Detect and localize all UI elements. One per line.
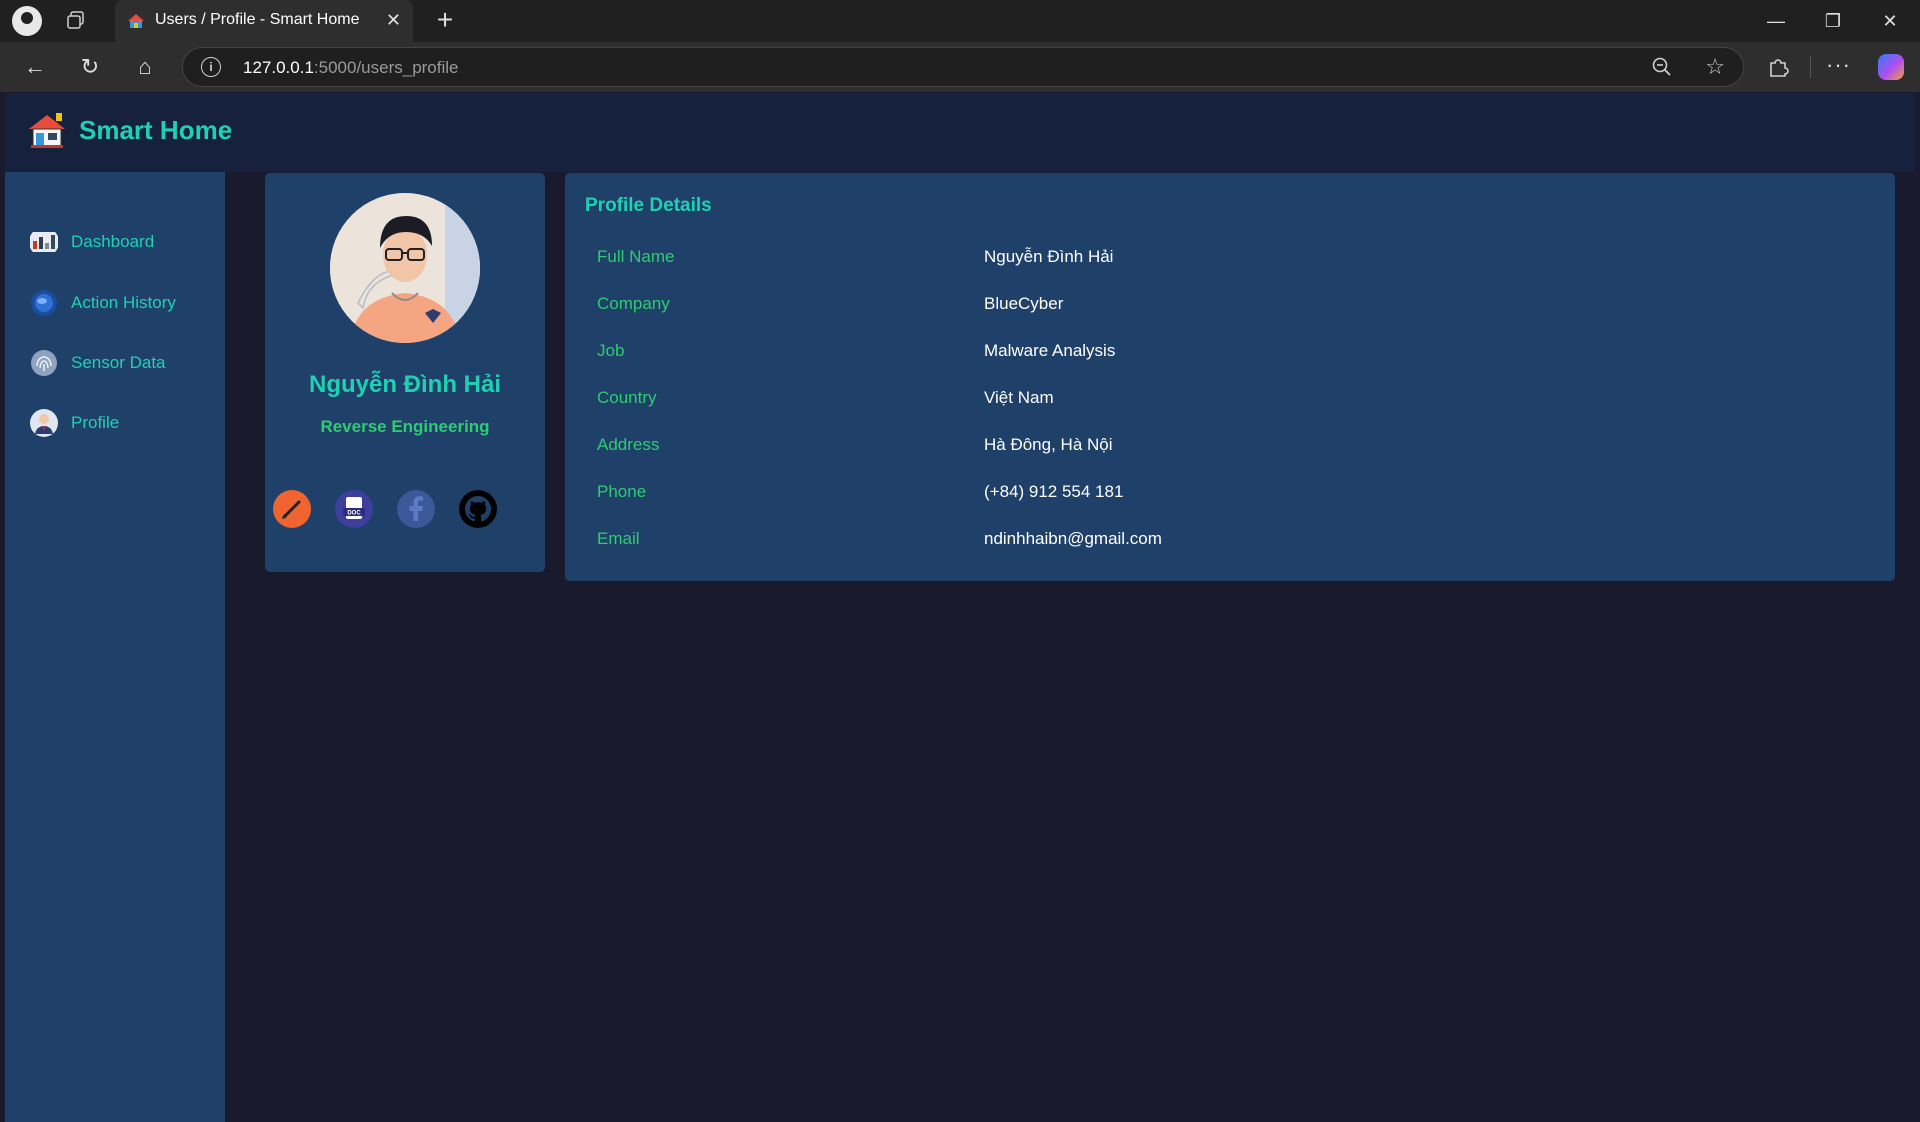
profile-details-title: Profile Details bbox=[585, 195, 712, 216]
pen-icon[interactable] bbox=[272, 489, 312, 529]
active-tab[interactable]: Users / Profile - Smart Home ✕ bbox=[115, 0, 413, 42]
profile-card: Nguyễn Đình Hải Reverse Engineering DOC bbox=[265, 173, 545, 572]
copilot-icon[interactable] bbox=[1878, 54, 1904, 80]
profile-name: Nguyễn Đình Hải bbox=[308, 371, 501, 398]
detail-label: Full Name bbox=[597, 247, 675, 266]
extensions-icon[interactable] bbox=[1766, 54, 1792, 80]
smart-home-favicon-icon bbox=[128, 14, 144, 28]
url-host: 127.0.0.1 bbox=[243, 58, 314, 77]
reload-button[interactable]: ↻ bbox=[75, 52, 105, 82]
dashboard-icon bbox=[30, 232, 58, 252]
profile-role: Reverse Engineering bbox=[320, 417, 490, 436]
sidebar-item-sensor-data[interactable]: Sensor Data bbox=[29, 345, 219, 381]
profile-details-panel: Profile Details Full Name Nguyễn Đình Hả… bbox=[565, 173, 1895, 581]
detail-row-company: Company BlueCyber bbox=[565, 290, 1895, 320]
detail-label: Address bbox=[597, 435, 660, 454]
sidebar-item-dashboard[interactable]: Dashboard bbox=[29, 224, 219, 260]
smart-home-logo-icon[interactable] bbox=[27, 111, 67, 151]
browser-tab-strip: Users / Profile - Smart Home ✕ + — ❐ ✕ bbox=[0, 0, 1920, 42]
tab-title: Users / Profile - Smart Home bbox=[155, 11, 360, 28]
sidebar-item-label: Dashboard bbox=[71, 232, 155, 251]
more-menu-icon[interactable]: ··· bbox=[1826, 52, 1851, 78]
sidebar-item-action-history[interactable]: Action History bbox=[29, 285, 219, 321]
favorite-star-icon[interactable]: ☆ bbox=[1705, 54, 1725, 80]
detail-row-full-name: Full Name Nguyễn Đình Hải bbox=[565, 243, 1895, 273]
svg-text:DOC: DOC bbox=[347, 511, 361, 517]
toolbar-divider bbox=[1810, 56, 1811, 78]
browser-profile-icon[interactable] bbox=[12, 6, 42, 36]
detail-row-phone: Phone (+84) 912 554 181 bbox=[565, 478, 1895, 508]
url-path: :5000/users_profile bbox=[313, 58, 459, 77]
url-text[interactable]: 127.0.0.1:5000/users_profile bbox=[243, 58, 459, 78]
detail-row-job: Job Malware Analysis bbox=[565, 337, 1895, 367]
facebook-icon[interactable] bbox=[396, 489, 436, 529]
detail-row-country: Country Việt Nam bbox=[565, 384, 1895, 414]
detail-value: BlueCyber bbox=[984, 294, 1064, 313]
detail-row-email: Email ndinhhaibn@gmail.com bbox=[565, 525, 1895, 555]
brand-title[interactable]: Smart Home bbox=[79, 115, 232, 146]
tab-close-icon[interactable]: ✕ bbox=[386, 10, 401, 30]
back-button[interactable]: ← bbox=[20, 52, 50, 82]
fingerprint-icon bbox=[31, 350, 57, 376]
new-tab-button[interactable]: + bbox=[430, 6, 460, 36]
detail-value: (+84) 912 554 181 bbox=[984, 482, 1124, 501]
detail-label: Company bbox=[597, 294, 670, 313]
profile-photo bbox=[330, 193, 480, 343]
detail-label: Email bbox=[597, 529, 640, 548]
detail-value: Hà Đông, Hà Nội bbox=[984, 435, 1113, 454]
restore-button[interactable]: ❐ bbox=[1813, 8, 1853, 34]
doc-file-icon[interactable]: DOC bbox=[334, 489, 374, 529]
github-icon[interactable] bbox=[458, 489, 498, 529]
detail-label: Country bbox=[597, 388, 657, 407]
home-button[interactable]: ⌂ bbox=[130, 52, 160, 82]
user-avatar-icon bbox=[30, 409, 58, 437]
detail-value: Việt Nam bbox=[984, 388, 1054, 407]
address-bar[interactable]: i 127.0.0.1:5000/users_profile ☆ bbox=[182, 47, 1744, 87]
minimize-button[interactable]: — bbox=[1756, 8, 1796, 34]
workspaces-icon[interactable] bbox=[66, 10, 86, 30]
detail-label: Job bbox=[597, 341, 625, 360]
sidebar-item-profile[interactable]: Profile bbox=[29, 405, 219, 441]
browser-toolbar: ← ↻ ⌂ i 127.0.0.1:5000/users_profile ☆ ·… bbox=[0, 42, 1920, 92]
detail-value: Malware Analysis bbox=[984, 341, 1116, 360]
detail-value: ndinhhaibn@gmail.com bbox=[984, 529, 1162, 548]
globe-icon bbox=[31, 290, 57, 316]
site-info-icon[interactable]: i bbox=[201, 57, 221, 77]
zoom-out-icon[interactable] bbox=[1651, 56, 1673, 78]
detail-value: Nguyễn Đình Hải bbox=[984, 247, 1114, 266]
sidebar-item-label: Profile bbox=[71, 413, 120, 432]
sidebar-item-label: Action History bbox=[71, 293, 176, 312]
sidebar: Dashboard Action History Sensor Data Pro… bbox=[5, 172, 225, 1122]
app-header: Smart Home bbox=[5, 93, 1915, 172]
detail-label: Phone bbox=[597, 482, 647, 501]
sidebar-item-label: Sensor Data bbox=[71, 353, 166, 372]
window-close-button[interactable]: ✕ bbox=[1870, 8, 1910, 34]
detail-row-address: Address Hà Đông, Hà Nội bbox=[565, 431, 1895, 461]
